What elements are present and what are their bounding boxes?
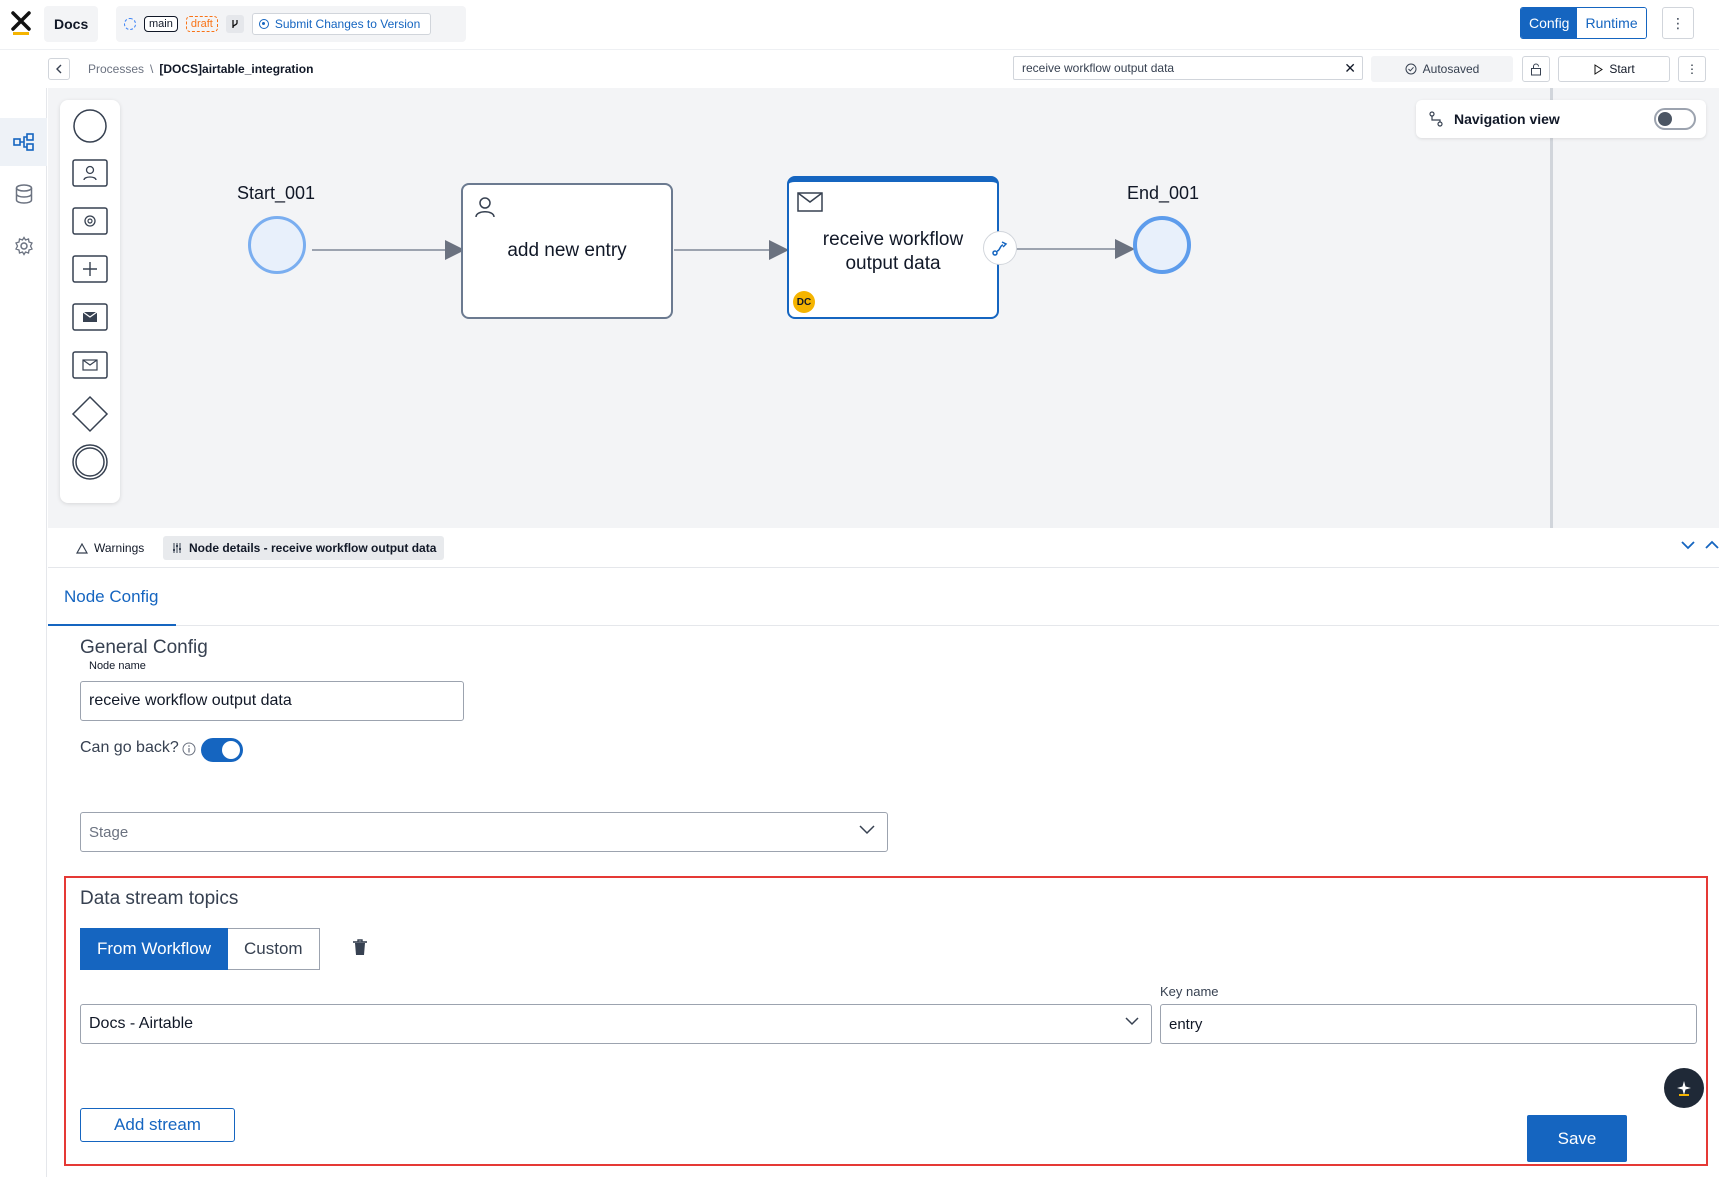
end-event[interactable] [1133,216,1191,274]
top-bar: Docs main draft Submit Changes to Versio… [0,0,1719,50]
settings-gear-icon[interactable] [0,222,47,270]
key-name-label: Key name [1160,984,1219,999]
sliders-icon [173,543,181,553]
more-options-icon[interactable]: ⋮ [1662,7,1694,39]
can-go-back-label: Can go back? [80,739,179,756]
navigation-view-toggle[interactable] [1654,108,1696,130]
autosaved-label: Autosaved [1422,62,1480,76]
node-name-label: Node name [89,660,146,672]
navigation-view-panel: Navigation view [1416,100,1706,138]
add-stream-button[interactable]: Add stream [80,1108,235,1142]
task-add-new-entry-label: add new entry [507,240,627,261]
tab-node-config[interactable]: Node Config [48,570,176,626]
breadcrumb-processes[interactable]: Processes [88,62,144,76]
route-icon [1429,111,1443,127]
search-input[interactable]: receive workflow output data ✕ [1013,56,1363,80]
key-name-value: entry [1169,1015,1203,1033]
task-receive-workflow-output[interactable]: receive workflow output data DC [787,176,999,319]
data-stream-title: Data stream topics [80,888,239,909]
project-name[interactable]: Docs [44,6,99,42]
draft-badge: draft [185,16,218,32]
navigation-view-label: Navigation view [1454,111,1560,127]
user-task-icon [475,197,495,218]
check-circle-icon [1405,63,1417,75]
stream-workflow-select[interactable]: Docs - Airtable [80,1004,1152,1044]
trash-icon[interactable] [352,938,368,956]
breadcrumb-separator: \ [150,62,154,76]
tab-warnings[interactable]: Warnings [68,536,152,560]
chevron-down-icon[interactable] [1680,540,1696,550]
info-icon[interactable] [182,742,196,756]
stage-select[interactable]: Stage [80,812,888,852]
breadcrumb-current: [DOCS]airtable_integration [159,62,314,76]
start-label: Start [1609,62,1635,76]
tab-node-details-label: Node details - receive workflow output d… [189,541,437,555]
can-go-back-switch[interactable] [201,738,243,762]
database-icon[interactable] [0,170,47,218]
stage-placeholder: Stage [89,823,129,841]
branch-fork-icon[interactable] [225,15,244,33]
branch-bar: main draft Submit Changes to Version [116,6,466,42]
bottom-panel-tabs: Warnings Node details - receive workflow… [48,530,1719,568]
assignee-badge: DC [793,291,815,313]
play-icon [1594,63,1604,75]
process-toolbar: Processes \ [DOCS]airtable_integration r… [48,52,1719,88]
autosaved-status: Autosaved [1371,56,1513,82]
lock-button[interactable] [1522,56,1550,82]
chevron-down-icon [1125,1017,1139,1026]
stream-workflow-value: Docs - Airtable [89,1015,194,1032]
process-canvas[interactable]: Start_001 add new entry receive workflow… [48,88,1719,528]
general-config-title: General Config [80,637,208,658]
lock-icon [1531,63,1541,75]
left-rail [0,88,47,1177]
node-name-value: receive workflow output data [89,692,292,709]
custom-button[interactable]: Custom [227,928,320,970]
mode-toggle: Config Runtime [1520,7,1647,39]
save-button[interactable]: Save [1527,1115,1627,1162]
clear-search-icon[interactable]: ✕ [1344,60,1356,77]
breadcrumb: Processes \ [DOCS]airtable_integration [88,62,313,76]
receive-message-icon [797,192,823,212]
submit-changes-button[interactable]: Submit Changes to Version [251,13,432,35]
process-designer-icon[interactable] [0,118,47,166]
canvas-resize-divider[interactable] [1550,88,1553,528]
chevron-left-icon [56,64,62,74]
submit-changes-label: Submit Changes to Version [274,17,421,31]
start-button[interactable]: Start [1558,56,1670,82]
config-mode-button[interactable]: Config [1521,8,1578,38]
runtime-mode-button[interactable]: Runtime [1577,8,1646,38]
app-logo-icon[interactable] [10,10,32,36]
task-add-new-entry[interactable]: add new entry [461,183,673,319]
connect-handle-icon[interactable] [983,231,1017,265]
node-name-input[interactable]: receive workflow output data [80,681,464,721]
stream-source-toggle: From Workflow Custom [80,928,320,970]
tab-node-details[interactable]: Node details - receive workflow output d… [163,536,445,560]
task-receive-workflow-output-label: receive workflow output data [822,228,964,274]
search-value: receive workflow output data [1022,61,1175,75]
end-event-label: End_001 [1127,183,1200,203]
tab-underline [176,625,1719,626]
branch-badge[interactable]: main [144,16,178,32]
warning-icon [76,542,88,554]
process-more-icon[interactable]: ⋮ [1678,56,1706,82]
sync-icon [124,18,136,30]
start-event[interactable] [248,216,306,274]
radio-dot-icon [258,19,269,29]
key-name-input[interactable]: entry [1160,1004,1697,1044]
chevron-down-icon [859,825,875,835]
start-event-label: Start_001 [237,183,316,203]
tab-warnings-label: Warnings [94,541,145,555]
chevron-up-icon[interactable] [1704,540,1719,550]
ai-assistant-icon[interactable] [1664,1068,1704,1108]
back-button[interactable] [48,58,70,80]
from-workflow-button[interactable]: From Workflow [80,928,228,970]
